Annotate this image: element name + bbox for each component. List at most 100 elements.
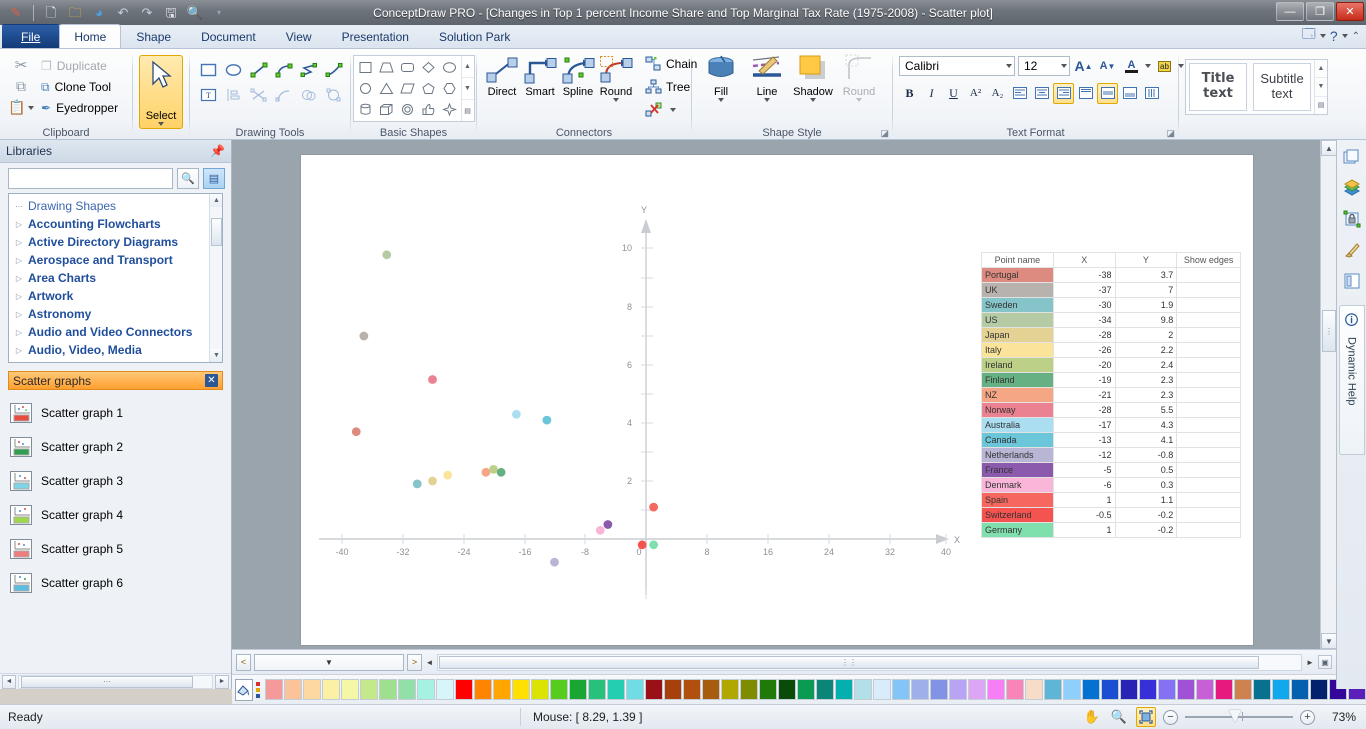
shape-cylinder-icon[interactable]	[355, 99, 376, 120]
hscroll-thumb[interactable]: ⋯	[21, 676, 193, 688]
round-caret-icon[interactable]	[613, 98, 619, 102]
copy-icon[interactable]: ⧉	[16, 78, 26, 95]
panel-icon[interactable]	[1341, 270, 1363, 292]
line-caret-icon[interactable]	[764, 98, 770, 102]
page-tab[interactable]: ▼	[254, 654, 404, 671]
color-swatch[interactable]	[1101, 679, 1119, 700]
color-swatch[interactable]	[474, 679, 492, 700]
color-swatch[interactable]	[664, 679, 682, 700]
table-row[interactable]: Spain11.1	[982, 493, 1241, 508]
print-preview-icon[interactable]: 🔍	[185, 3, 205, 23]
align-shapes-icon[interactable]	[221, 82, 246, 107]
hscroll-left-icon[interactable]: ◄	[425, 654, 434, 671]
color-swatch[interactable]	[455, 679, 473, 700]
tree-item-drawing-shapes[interactable]: ⋯ Drawing Shapes	[13, 197, 222, 215]
color-swatch[interactable]	[1063, 679, 1081, 700]
tree-twisty-icon[interactable]: ▷	[13, 256, 25, 265]
color-swatch[interactable]	[1120, 679, 1138, 700]
fill-button[interactable]: Fill	[698, 53, 744, 102]
fill-caret-icon[interactable]	[718, 98, 724, 102]
table-row[interactable]: Canada-134.1	[982, 433, 1241, 448]
cell-show-edges[interactable]	[1177, 403, 1241, 418]
tree-item-audit-flowcharts[interactable]: ▷ Audit Flowcharts	[13, 359, 222, 363]
cell-point-name[interactable]: Spain	[982, 493, 1054, 508]
cell-point-name[interactable]: Switzerland	[982, 508, 1054, 523]
color-swatch[interactable]	[892, 679, 910, 700]
cell-y[interactable]: -0.2	[1115, 508, 1177, 523]
styles-scroll-up-icon[interactable]: ▲	[1315, 60, 1327, 78]
remove-connector-caret-icon[interactable]	[670, 108, 676, 112]
minimize-button[interactable]: —	[1276, 2, 1304, 21]
scatter-point[interactable]	[638, 540, 647, 549]
grow-font-button[interactable]: A▲	[1073, 56, 1094, 77]
color-swatch[interactable]	[417, 679, 435, 700]
qat-overflow-icon[interactable]: ▾	[209, 3, 229, 23]
tree-scroll-thumb[interactable]	[211, 218, 222, 246]
cell-y[interactable]: 9.8	[1115, 313, 1177, 328]
clone-tool-button[interactable]: ⧉ Clone Tool	[38, 77, 121, 97]
hand-icon[interactable]: ✋	[1082, 707, 1102, 727]
tree-item-astronomy[interactable]: ▷ Astronomy	[13, 305, 222, 323]
shape-pentagon-icon[interactable]	[418, 78, 439, 99]
color-swatch[interactable]	[1177, 679, 1195, 700]
round-style-button[interactable]: Round	[836, 53, 882, 102]
cell-y[interactable]: 2.4	[1115, 358, 1177, 373]
document-page[interactable]: X Y -40 -32 -24 -16 -8 0 8 16 24 32 40	[300, 154, 1254, 646]
zoom-slider[interactable]	[1185, 716, 1293, 718]
pin-icon[interactable]: 📌	[210, 144, 225, 158]
canvas-scroll-thumb[interactable]: ⋮	[1322, 310, 1336, 352]
cell-y[interactable]: 0.5	[1115, 463, 1177, 478]
scatter-point[interactable]	[550, 558, 559, 567]
chain-button[interactable]: Chain	[645, 53, 697, 74]
scatter-point[interactable]	[481, 468, 490, 477]
tab-home[interactable]: Home	[59, 24, 121, 48]
color-swatch[interactable]	[911, 679, 929, 700]
tab-shape[interactable]: Shape	[121, 25, 186, 48]
cell-show-edges[interactable]	[1177, 508, 1241, 523]
scatter-point[interactable]	[382, 250, 391, 259]
color-swatch[interactable]	[778, 679, 796, 700]
shape-trapezoid-icon[interactable]	[376, 57, 397, 78]
color-swatch[interactable]	[607, 679, 625, 700]
tree-item-audio-and-video-connectors[interactable]: ▷ Audio and Video Connectors	[13, 323, 222, 341]
color-swatch[interactable]	[835, 679, 853, 700]
help-caret-icon[interactable]	[1342, 34, 1348, 38]
color-swatch[interactable]	[493, 679, 511, 700]
color-swatch[interactable]	[645, 679, 663, 700]
scatter-point[interactable]	[428, 375, 437, 384]
hscroll-track[interactable]: ⋯	[18, 675, 213, 689]
tab-presentation[interactable]: Presentation	[327, 25, 424, 48]
align-left-button[interactable]	[1009, 83, 1030, 104]
table-row[interactable]: Norway-285.5	[982, 403, 1241, 418]
cell-y[interactable]: 4.1	[1115, 433, 1177, 448]
shapes-expand-icon[interactable]: ▤	[462, 100, 474, 121]
restore-button[interactable]: ❐	[1306, 2, 1334, 21]
cell-x[interactable]: -6	[1053, 478, 1115, 493]
duplicate-button[interactable]: ❐ Duplicate	[38, 56, 121, 76]
table-row[interactable]: Switzerland-0.5-0.2	[982, 508, 1241, 523]
shape-style-dialog-launcher-icon[interactable]: ◪	[880, 128, 889, 139]
table-row[interactable]: Ireland-202.4	[982, 358, 1241, 373]
color-swatch[interactable]	[1234, 679, 1252, 700]
color-swatch[interactable]	[702, 679, 720, 700]
underline-button[interactable]: U	[943, 83, 964, 104]
cell-x[interactable]: -30	[1053, 298, 1115, 313]
cell-point-name[interactable]: US	[982, 313, 1054, 328]
cell-point-name[interactable]: Finland	[982, 373, 1054, 388]
zoom-out-button[interactable]: −	[1163, 710, 1178, 725]
color-swatch[interactable]	[379, 679, 397, 700]
scatter-point[interactable]	[603, 520, 612, 529]
cell-y[interactable]: -0.8	[1115, 448, 1177, 463]
list-item[interactable]: Scatter graph 1	[10, 396, 231, 430]
panel-toggle-icon[interactable]: 🗔	[1302, 25, 1316, 47]
shape-parallelogram-icon[interactable]	[397, 78, 418, 99]
cell-point-name[interactable]: Ireland	[982, 358, 1054, 373]
color-swatch[interactable]	[569, 679, 587, 700]
cell-show-edges[interactable]	[1177, 313, 1241, 328]
color-swatch[interactable]	[550, 679, 568, 700]
paste-caret-icon[interactable]	[28, 106, 34, 110]
color-swatch[interactable]	[1272, 679, 1290, 700]
align-center-button[interactable]	[1031, 83, 1052, 104]
style-subtitle-text[interactable]: Subtitle text	[1253, 63, 1311, 111]
cell-y[interactable]: 2.2	[1115, 343, 1177, 358]
